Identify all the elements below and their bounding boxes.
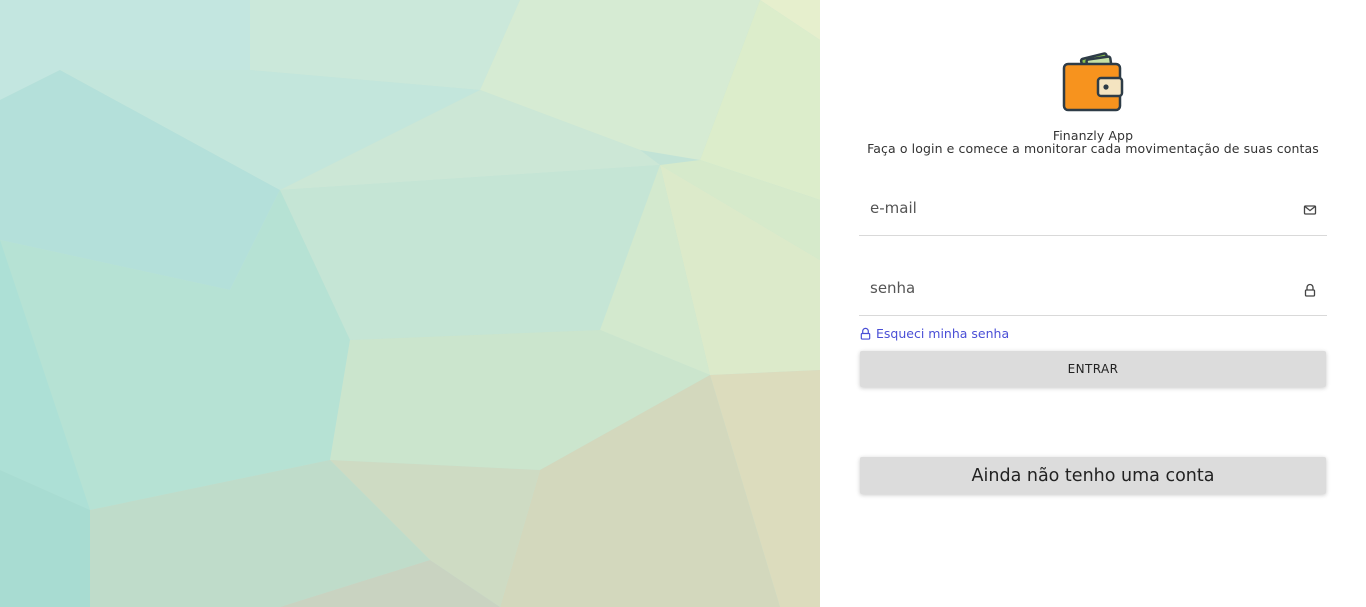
email-input[interactable] (859, 180, 1327, 235)
app-subtitle: Faça o login e comece a monitorar cada m… (867, 141, 1319, 156)
email-field[interactable] (859, 180, 1327, 236)
forgot-password-link[interactable]: Esqueci minha senha (859, 324, 1009, 342)
lock-icon (1303, 282, 1317, 297)
low-poly-background (0, 0, 820, 607)
mail-icon (1303, 202, 1317, 216)
login-button[interactable]: ENTRAR (860, 351, 1326, 387)
background-artwork (0, 0, 820, 607)
password-field[interactable] (859, 260, 1327, 316)
forgot-password-label: Esqueci minha senha (876, 325, 1010, 341)
wallet-icon (1060, 48, 1126, 114)
signup-button[interactable]: Ainda não tenho uma conta (860, 457, 1326, 494)
password-input[interactable] (859, 260, 1327, 315)
lock-icon (860, 327, 871, 340)
login-panel: Finanzly App Faça o login e comece a mon… (820, 0, 1366, 607)
